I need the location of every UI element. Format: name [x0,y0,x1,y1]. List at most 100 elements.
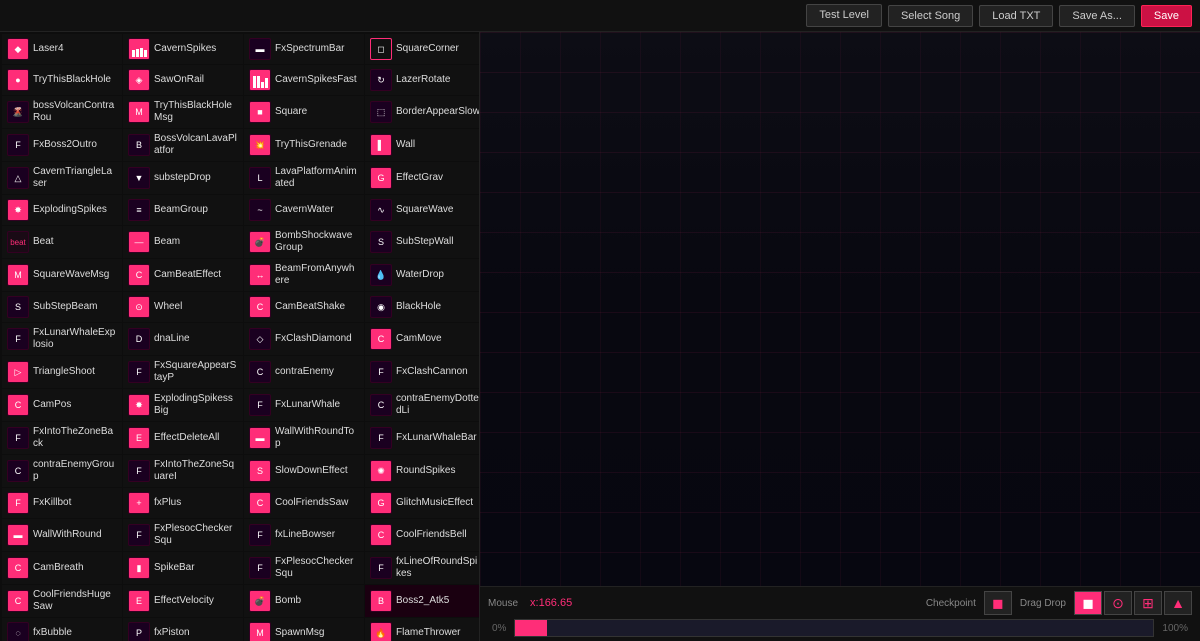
list-item[interactable]: △ CavernTriangleLaser [2,162,122,194]
item-icon: ▬ [249,427,271,449]
list-item[interactable]: M SpawnMsg [244,618,364,641]
items-panel: ◆ Laser4 CavernSpikes ▬ FxSpectrumBar ◻ … [0,32,480,641]
list-item[interactable]: D dnaLine [123,323,243,355]
list-item[interactable]: B Boss2_Atk5 [365,585,480,617]
test-level-button[interactable]: Test Level [806,4,882,27]
select-song-button[interactable]: Select Song [888,5,973,27]
list-item[interactable]: M TryThisBlackHoleMsg [123,96,243,128]
list-item[interactable]: F FxPlesocCheckerSqu [123,519,243,551]
list-item[interactable]: F fxLineBowser [244,519,364,551]
toolbar: Test Level Select Song Load TXT Save As.… [0,0,1200,32]
save-as-button[interactable]: Save As... [1059,5,1135,27]
item-icon: ⬚ [370,101,392,123]
load-txt-button[interactable]: Load TXT [979,5,1053,27]
list-item[interactable]: C CamBeatEffect [123,259,243,291]
list-item[interactable]: 💣 Bomb [244,585,364,617]
stage-area[interactable] [480,32,1200,586]
list-item[interactable]: ✺ RoundSpikes [365,455,480,487]
list-item[interactable]: ◌ fxBubble [2,618,122,641]
list-item[interactable]: G GlitchMusicEffect [365,488,480,518]
list-item[interactable]: C CamPos [2,389,122,421]
list-item[interactable]: 💧 WaterDrop [365,259,480,291]
list-item[interactable]: C CamBreath [2,552,122,584]
list-item[interactable]: 🔥 FlameThrower [365,618,480,641]
list-item[interactable]: F FxLunarWhaleBar [365,422,480,454]
list-item[interactable]: CavernSpikes [123,34,243,64]
list-item[interactable]: ◻ SquareCorner [365,34,480,64]
list-item[interactable]: C CoolFriendsHugeSaw [2,585,122,617]
list-item[interactable]: ▌ Wall [365,129,480,161]
list-item[interactable]: F FxLunarWhaleExplosio [2,323,122,355]
list-item[interactable]: 💥 TryThisGrenade [244,129,364,161]
list-item[interactable]: ▬ FxSpectrumBar [244,34,364,64]
item-label: Wall [396,139,415,151]
list-item[interactable]: E EffectVelocity [123,585,243,617]
list-item[interactable]: ■ Square [244,96,364,128]
list-item[interactable]: ▬ WallWithRound [2,519,122,551]
drag-drop-btn-1[interactable]: ◼ [1074,591,1102,615]
list-item[interactable]: ~ CavernWater [244,195,364,225]
list-item[interactable]: P fxPiston [123,618,243,641]
drag-drop-btn-2[interactable]: ⊙ [1104,591,1132,615]
list-item[interactable]: 💣 BombShockwaveGroup [244,226,364,258]
timeline-bar[interactable] [514,619,1154,637]
list-item[interactable]: ≡ BeamGroup [123,195,243,225]
list-item[interactable]: ◇ FxClashDiamond [244,323,364,355]
list-item[interactable]: S SubStepBeam [2,292,122,322]
list-item[interactable]: C CoolFriendsSaw [244,488,364,518]
list-item[interactable]: F FxKillbot [2,488,122,518]
list-item[interactable]: 🌋 bossVolcanContraRou [2,96,122,128]
list-item[interactable]: F FxPlesocCheckerSqu [244,552,364,584]
list-item[interactable]: F FxSquareAppearStayP [123,356,243,388]
list-item[interactable]: ✸ ExplodingSpikessBig [123,389,243,421]
list-item[interactable]: C contraEnemyGroup [2,455,122,487]
timeline-end: 100% [1158,623,1192,634]
list-item[interactable]: CavernSpikesFast [244,65,364,95]
list-item[interactable]: L LavaPlatformAnimated [244,162,364,194]
list-item[interactable]: F FxLunarWhale [244,389,364,421]
list-item[interactable]: ∿ SquareWave [365,195,480,225]
list-item[interactable]: ▮ SpikeBar [123,552,243,584]
list-item[interactable]: + fxPlus [123,488,243,518]
list-item[interactable]: ▼ substepDrop [123,162,243,194]
list-item[interactable]: ◉ BlackHole [365,292,480,322]
list-item[interactable]: ◈ SawOnRail [123,65,243,95]
list-item[interactable]: ⊙ Wheel [123,292,243,322]
list-item[interactable]: M SquareWaveMsg [2,259,122,291]
list-item[interactable]: ◆ Laser4 [2,34,122,64]
list-item[interactable]: C CamMove [365,323,480,355]
item-label: CamPos [33,399,71,411]
item-label: BeamGroup [154,204,208,216]
list-item[interactable]: G EffectGrav [365,162,480,194]
list-item[interactable]: ↔ BeamFromAnywhere [244,259,364,291]
drag-drop-label: Drag Drop [1020,598,1066,609]
item-icon: ◌ [7,622,29,641]
list-item[interactable]: beat Beat [2,226,122,258]
list-item[interactable]: F FxIntoTheZoneSquareI [123,455,243,487]
list-item[interactable]: F FxBoss2Outro [2,129,122,161]
list-item[interactable]: C CoolFriendsBell [365,519,480,551]
list-item[interactable]: C CamBeatShake [244,292,364,322]
drag-drop-btn-3[interactable]: ⊞ [1134,591,1162,615]
list-item[interactable]: C contraEnemy [244,356,364,388]
list-item[interactable]: F FxIntoTheZoneBack [2,422,122,454]
list-item[interactable]: ● TryThisBlackHole [2,65,122,95]
item-icon: ▌ [370,134,392,156]
list-item[interactable]: ✸ ExplodingSpikes [2,195,122,225]
list-item[interactable]: S SlowDownEffect [244,455,364,487]
checkpoint-btn-1[interactable]: ◼ [984,591,1012,615]
item-icon: 🔥 [370,622,392,641]
list-item[interactable]: F FxClashCannon [365,356,480,388]
list-item[interactable]: S SubStepWall [365,226,480,258]
list-item[interactable]: ⬚ BorderAppearSlow [365,96,480,128]
list-item[interactable]: ▬ WallWithRoundTop [244,422,364,454]
list-item[interactable]: ↻ LazerRotate [365,65,480,95]
save-button[interactable]: Save [1141,5,1192,27]
list-item[interactable]: C contraEnemyDottedLi [365,389,480,421]
drag-drop-btn-4[interactable]: ▲ [1164,591,1192,615]
list-item[interactable]: B BossVolcanLavaPlatfor [123,129,243,161]
list-item[interactable]: E EffectDeleteAll [123,422,243,454]
list-item[interactable]: F fxLineOfRoundSpikes [365,552,480,584]
list-item[interactable]: — Beam [123,226,243,258]
list-item[interactable]: ▷ TriangleShoot [2,356,122,388]
